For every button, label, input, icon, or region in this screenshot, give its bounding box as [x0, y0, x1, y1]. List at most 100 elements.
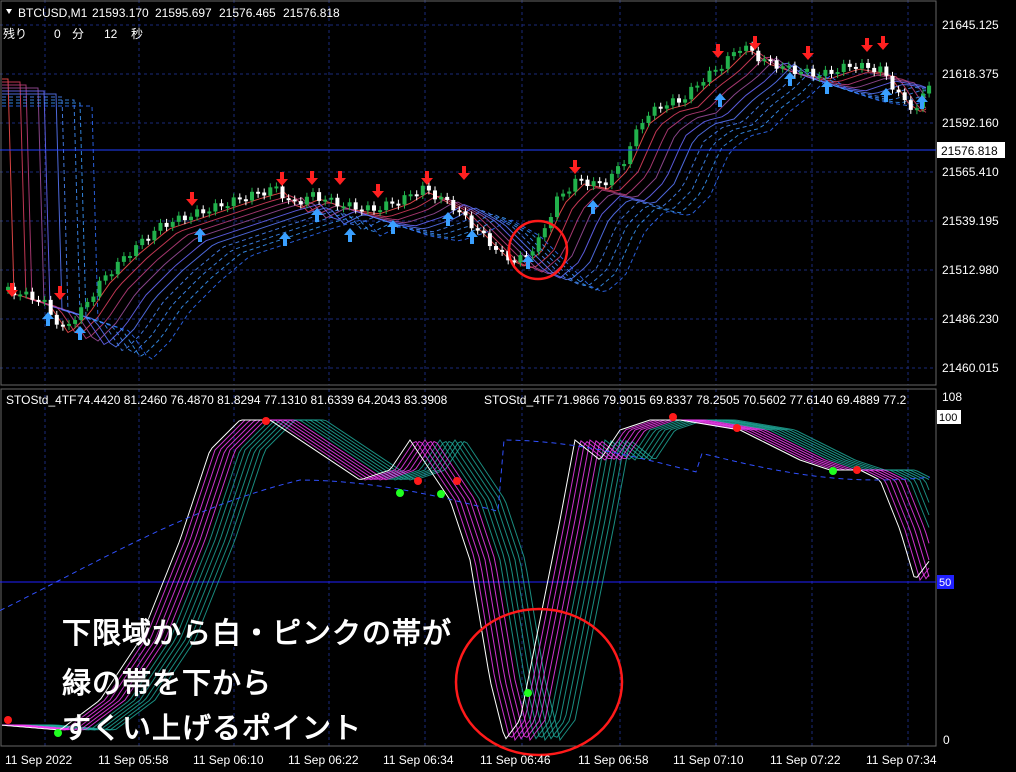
candle-body	[91, 296, 96, 302]
sell-dot	[669, 413, 677, 421]
candle-body	[914, 108, 919, 111]
candle-body	[402, 195, 407, 205]
candle-body	[60, 324, 65, 327]
candle-body	[201, 209, 206, 214]
candle-body	[219, 203, 224, 207]
candle-body	[451, 199, 456, 211]
stoch-tick-100: 100	[939, 412, 957, 424]
candle-body	[780, 66, 785, 69]
candle-body	[207, 211, 212, 214]
candle-body	[317, 192, 322, 201]
candle-body	[182, 215, 187, 221]
candle-body	[304, 196, 309, 205]
symbol-header: BTCUSD,M1 21593.170 21595.697 21576.465 …	[6, 6, 340, 20]
candle-body	[902, 92, 907, 101]
indicator-name-1: STOStd_4TF	[6, 393, 76, 407]
candle-body	[652, 106, 657, 116]
candle-body	[439, 196, 444, 200]
candle-body	[298, 201, 303, 205]
candle-body	[542, 228, 547, 238]
price-tick: 21645.125	[942, 18, 999, 32]
candle-body	[396, 203, 401, 206]
candle-body	[353, 202, 358, 210]
candle-body	[378, 210, 383, 213]
minute-unit: 分	[72, 27, 84, 41]
time-tick: 11 Sep 05:58	[98, 753, 169, 767]
candle-body	[18, 294, 23, 297]
candle-body	[664, 105, 669, 109]
candle-body	[799, 71, 803, 74]
candle-body	[457, 210, 462, 213]
time-tick: 11 Sep 06:22	[288, 753, 359, 767]
candle-body	[6, 286, 10, 290]
remaining-minutes: 0	[54, 27, 61, 41]
candle-body	[426, 185, 431, 191]
buy-dot	[829, 467, 837, 475]
candle-body	[54, 314, 59, 325]
candle-body	[609, 173, 614, 186]
candle-body	[445, 196, 450, 200]
candle-body	[311, 192, 315, 197]
candle-body	[841, 63, 846, 73]
candle-body	[225, 206, 230, 209]
candle-body	[73, 320, 78, 324]
candle-body	[390, 201, 395, 204]
candle-body	[164, 222, 169, 227]
candle-body	[372, 205, 376, 211]
candle-body	[853, 66, 858, 69]
stoch-tick-top: 108	[942, 390, 962, 404]
candle-body	[884, 66, 889, 76]
candle-body	[530, 251, 535, 256]
symbol-label: BTCUSD,M1	[18, 6, 88, 20]
remaining-label: 残り	[3, 27, 27, 41]
candle-body	[42, 299, 47, 302]
candle-body	[109, 274, 114, 277]
ohlc-high: 21595.697	[155, 6, 212, 20]
candle-body	[420, 185, 425, 195]
candle-body	[695, 85, 700, 88]
candle-body	[646, 115, 651, 123]
candle-body	[256, 191, 261, 194]
candle-body	[85, 301, 90, 308]
candle-body	[24, 291, 29, 295]
buy-dot	[524, 689, 532, 697]
candle-body	[115, 261, 120, 275]
candle-body	[579, 178, 584, 181]
sell-dot	[733, 424, 741, 432]
price-tick: 21592.160	[942, 116, 999, 130]
candle-body	[738, 50, 742, 53]
candle-body	[597, 181, 602, 184]
candle-body	[500, 249, 505, 252]
ohlc-low: 21576.465	[219, 6, 276, 20]
candle-body	[286, 198, 291, 201]
price-tick: 21565.410	[942, 165, 999, 179]
candle-body	[731, 52, 736, 57]
candle-body	[829, 69, 834, 74]
sell-dot	[414, 477, 422, 485]
candle-body	[634, 129, 639, 147]
candle-body	[628, 146, 633, 165]
candle-body	[274, 186, 279, 189]
candle-body	[463, 211, 468, 216]
candle-body	[237, 197, 242, 200]
candle-body	[48, 299, 53, 315]
candle-body	[811, 68, 816, 77]
candle-body	[121, 256, 126, 262]
candle-body	[36, 299, 41, 302]
buy-dot	[437, 490, 445, 498]
candle-body	[768, 59, 773, 62]
sell-dot	[262, 417, 270, 425]
stoch-tick-50: 50	[939, 577, 951, 589]
candle-body	[170, 221, 175, 227]
candle-body	[103, 275, 108, 281]
indicator-values-2: 71.9866 79.9015 69.8337 78.2505 70.5602 …	[556, 393, 907, 407]
candle-body	[744, 45, 749, 51]
candle-body	[347, 202, 352, 207]
chart-canvas[interactable]: BTCUSD,M1 21593.170 21595.697 21576.465 …	[0, 0, 1016, 772]
time-tick: 11 Sep 07:10	[673, 753, 744, 767]
candle-body	[323, 199, 328, 202]
candle-body	[414, 194, 419, 197]
indicator-values-1: 74.4420 81.2460 76.4870 81.8294 77.1310 …	[77, 393, 448, 407]
candle-body	[683, 99, 688, 103]
candle-body	[469, 215, 474, 229]
